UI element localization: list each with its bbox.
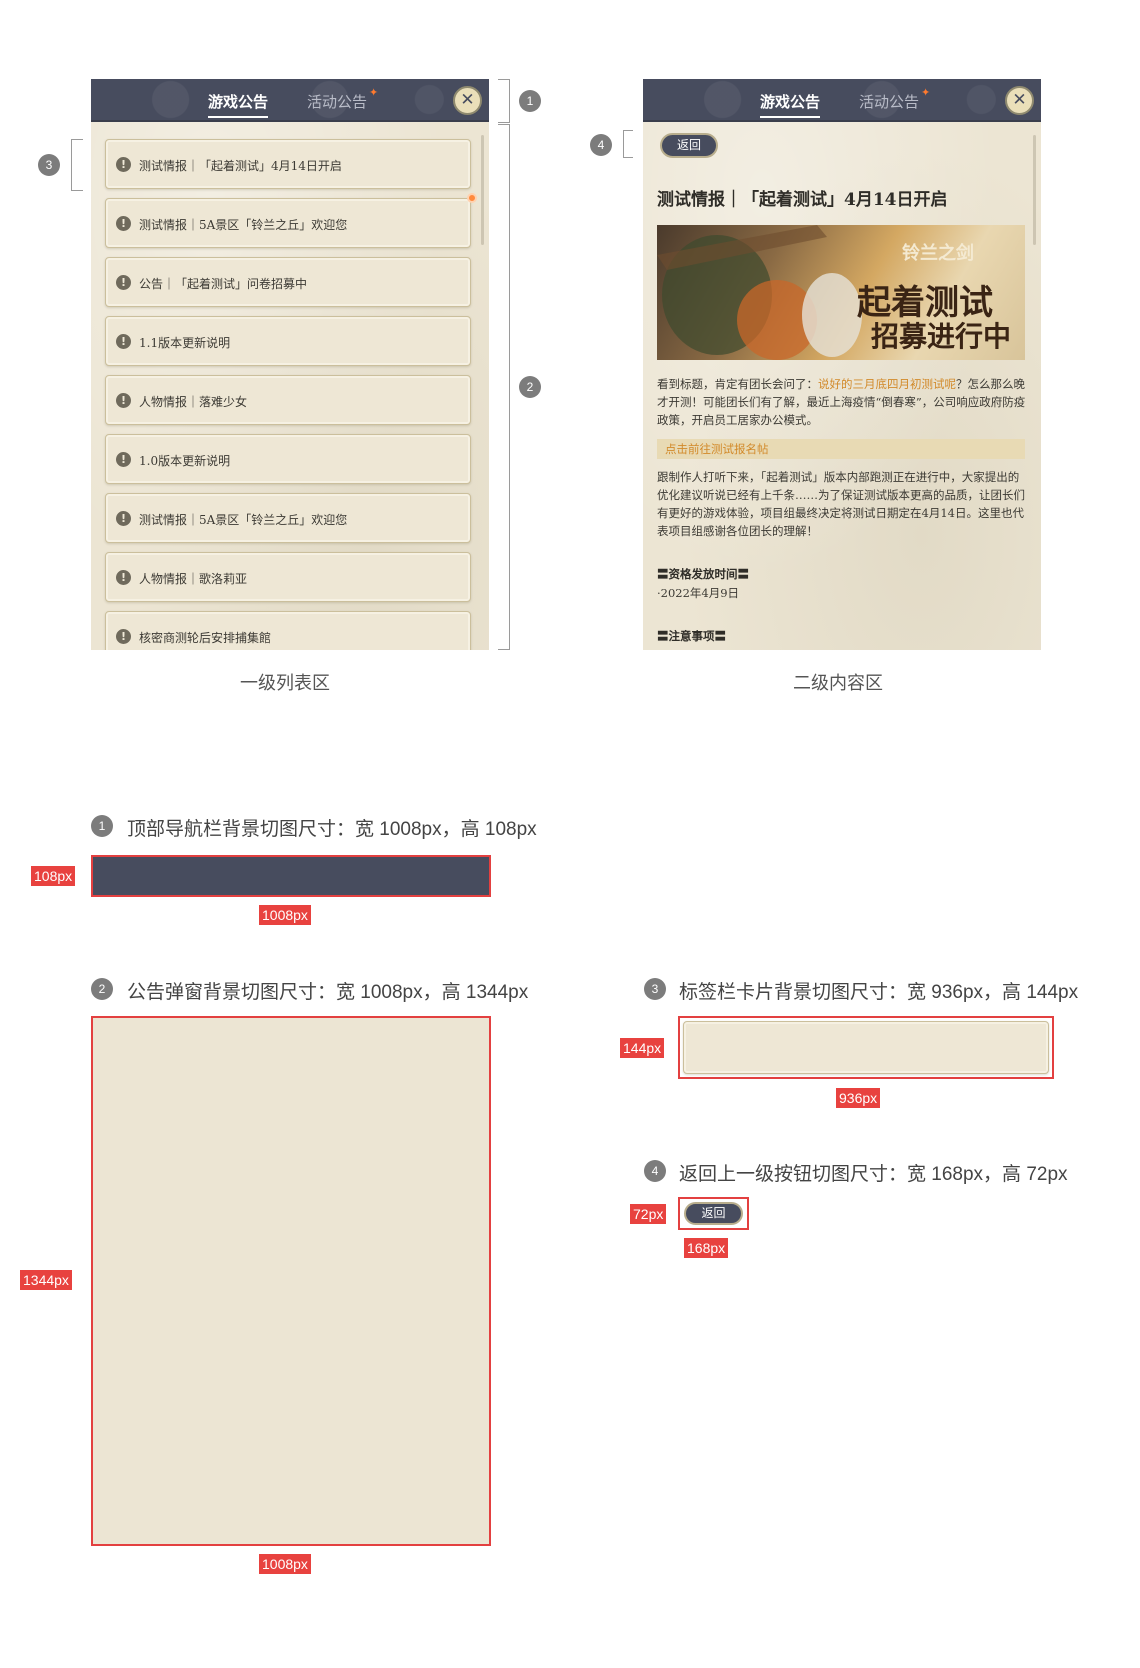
article-title: 测试情报｜「起着测试」4月14日开启 [657, 190, 948, 210]
signup-link[interactable]: 点击前往测试报名帖 [657, 439, 1025, 459]
list-item-title: 1.1版本更新说明 [139, 336, 231, 350]
list-item-title: 人物情报｜歌洛莉亚 [139, 572, 248, 586]
spec-3-width-tag: 936px [836, 1088, 881, 1108]
list-item-title: 测试情报｜「起着测试」4月14日开启 [139, 159, 342, 173]
card-bg-slice [683, 1021, 1049, 1074]
list-item[interactable]: ! 1.0版本更新说明 [105, 434, 471, 484]
spec-4-width-tag: 168px [684, 1238, 729, 1258]
tab-game-notice[interactable]: 游戏公告 [208, 91, 269, 118]
list-panel: 游戏公告 活动公告 ✦ ✕ ! 测试情报｜「起着测试」4月14日开启 ! 测试情… [91, 79, 489, 650]
spec-4-text: 返回上一级按钮切图尺寸：宽 168px，高 72px [679, 1164, 1068, 1185]
top-navbar: 游戏公告 活动公告 ✦ ✕ [91, 79, 489, 122]
alert-icon: ! [116, 570, 131, 585]
list-item[interactable]: ! 公告｜「起着测试」问卷招募中 [105, 257, 471, 307]
list-item[interactable]: ! 测试情报｜「起着测试」4月14日开启 [105, 139, 471, 189]
alert-icon: ! [116, 334, 131, 349]
section-body: ·2022年4月9日 [657, 586, 740, 600]
spec-4-number: 4 [644, 1160, 666, 1182]
marker-1: 1 [519, 90, 541, 112]
banner-headline-2: 招募进行中 [871, 320, 1012, 353]
alert-icon: ! [116, 629, 131, 644]
marker-1-bracket [498, 79, 510, 123]
list-item-title: 测试情报｜5A景区「铃兰之丘」欢迎您 [139, 218, 348, 232]
back-button[interactable]: 返回 [660, 133, 718, 158]
spec-3-number: 3 [644, 978, 666, 1000]
section-heading: 〓注意事项〓 [657, 629, 726, 643]
section-heading: 〓资格发放时间〓 [657, 567, 749, 581]
paragraph-text: 看到标题，肯定有团长会问了： [657, 377, 818, 391]
spec-4-height-tag: 72px [630, 1204, 667, 1224]
list-item-title: 人物情报｜落难少女 [139, 395, 248, 409]
alert-icon: ! [116, 452, 131, 467]
alert-icon: ! [116, 393, 131, 408]
scrollbar[interactable] [1033, 135, 1036, 245]
list-item[interactable]: ! 1.1版本更新说明 [105, 316, 471, 366]
list-item[interactable]: ! 测试情报｜5A景区「铃兰之丘」欢迎您 [105, 198, 471, 248]
marker-3-bracket [71, 139, 83, 191]
close-button[interactable]: ✕ [453, 86, 482, 115]
spec-2-number: 2 [91, 978, 113, 1000]
tab-event-notice[interactable]: 活动公告 [859, 91, 919, 112]
spec-2-height-tag: 1344px [20, 1270, 72, 1290]
list-item-title: 测试情报｜5A景区「铃兰之丘」欢迎您 [139, 513, 348, 527]
article-banner-image: 铃兰之剑 起着测试 招募进行中 [657, 225, 1025, 360]
unread-dot-icon [467, 193, 477, 203]
marker-4-bracket [623, 130, 633, 158]
alert-icon: ! [116, 157, 131, 172]
list-item[interactable]: ! 测试情报｜5A景区「铃兰之丘」欢迎您 [105, 493, 471, 543]
marker-4: 4 [590, 134, 612, 156]
back-button-slice: 返回 [684, 1202, 743, 1225]
scrollbar[interactable] [481, 135, 484, 245]
content-panel-caption: 二级内容区 [793, 673, 883, 693]
top-navbar: 游戏公告 活动公告 ✦ ✕ [643, 79, 1041, 122]
article-paragraph-1: 看到标题，肯定有团长会问了：说好的三月底四月初测试呢？怎么那么晚才开测！可能团长… [657, 375, 1027, 429]
tab-event-notice[interactable]: 活动公告 [307, 91, 367, 112]
spec-1-height-tag: 108px [31, 866, 76, 886]
spec-3-text: 标签栏卡片背景切图尺寸：宽 936px，高 144px [679, 982, 1079, 1003]
spec-1-number: 1 [91, 815, 113, 837]
list-item-title: 公告｜「起着测试」问卷招募中 [139, 277, 308, 291]
content-panel: 游戏公告 活动公告 ✦ ✕ 返回 测试情报｜「起着测试」4月14日开启 铃兰之剑… [643, 79, 1041, 650]
list-item-title: 核密商测轮后安排捕集館 [139, 631, 272, 645]
article-paragraph-2: 跟制作人打听下来，「起着测试」版本内部跑测正在进行中，大家提出的优化建议听说已经… [657, 470, 1025, 538]
marker-2-bracket [498, 124, 510, 650]
navbar-slice [91, 855, 491, 897]
list-panel-caption: 一级列表区 [240, 673, 330, 693]
highlight-text: 说好的三月底四月初测试呢 [818, 377, 956, 391]
alert-icon: ! [116, 511, 131, 526]
tab-game-notice[interactable]: 游戏公告 [760, 91, 821, 118]
list-item[interactable]: ! 人物情报｜落难少女 [105, 375, 471, 425]
spec-1-text: 顶部导航栏背景切图尺寸：宽 1008px，高 108px [127, 819, 537, 840]
close-button[interactable]: ✕ [1005, 86, 1034, 115]
spec-2-text: 公告弹窗背景切图尺寸：宽 1008px，高 1344px [127, 982, 529, 1003]
marker-3: 3 [38, 154, 60, 176]
list-item[interactable]: ! 人物情报｜歌洛莉亚 [105, 552, 471, 602]
new-badge-icon: ✦ [369, 86, 379, 99]
list-item-title: 1.0版本更新说明 [139, 454, 231, 468]
spec-2-width-tag: 1008px [259, 1554, 311, 1574]
alert-icon: ! [116, 216, 131, 231]
spec-1-width-tag: 1008px [259, 905, 311, 925]
list-item[interactable]: ! 核密商测轮后安排捕集館 [105, 611, 471, 650]
banner-logo-text: 铃兰之剑 [902, 243, 974, 264]
spec-3-height-tag: 144px [620, 1038, 665, 1058]
new-badge-icon: ✦ [921, 86, 931, 99]
alert-icon: ! [116, 275, 131, 290]
marker-2: 2 [519, 376, 541, 398]
popup-bg-slice [91, 1016, 491, 1546]
